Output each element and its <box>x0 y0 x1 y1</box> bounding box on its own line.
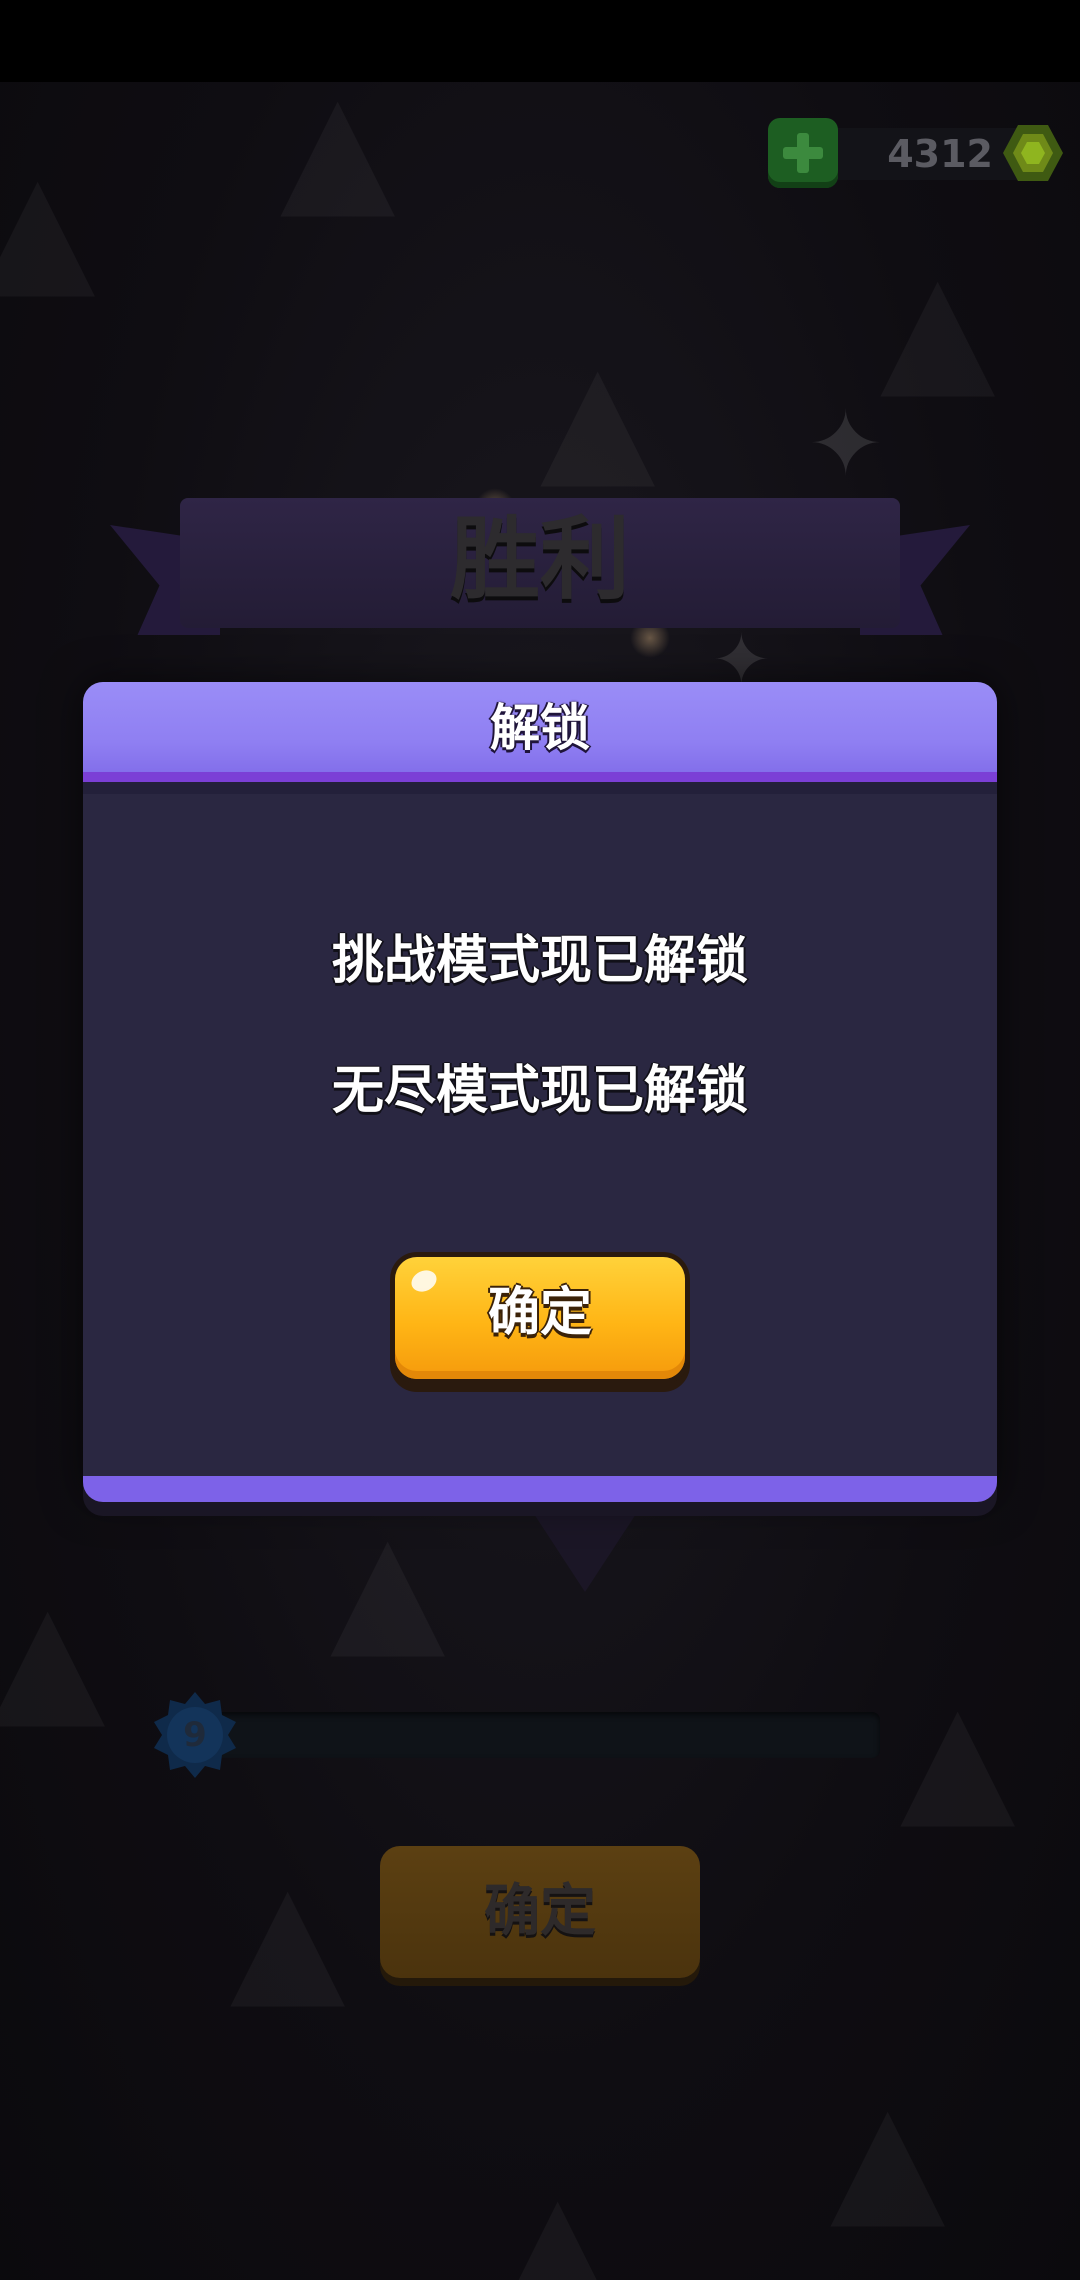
hat-icon: ▲ <box>830 2082 945 2232</box>
progress-track <box>190 1712 880 1758</box>
hat-icon: ▲ <box>330 1512 445 1662</box>
dialog-frame: 解锁 挑战模式现已解锁 无尽模式现已解锁 确定 <box>83 682 997 1502</box>
hat-icon: ▲ <box>880 252 995 402</box>
dialog-title: 解锁 <box>490 699 590 757</box>
confirm-button-label: 确定 <box>487 1283 592 1343</box>
sparkle-icon: ✦ <box>808 392 884 497</box>
confirm-button[interactable]: 确定 <box>395 1257 685 1379</box>
currency-amount: 4312 <box>887 132 993 176</box>
background-confirm-label: 确定 <box>484 1879 596 1944</box>
status-bar <box>0 0 1080 82</box>
background-confirm-button: 确定 <box>380 1846 700 1978</box>
hat-icon: ▲ <box>230 1862 345 2012</box>
hat-icon: ▲ <box>0 1582 105 1732</box>
hat-icon: ▲ <box>540 342 655 492</box>
hat-icon: ▲ <box>0 152 95 302</box>
hat-icon: ▲ <box>280 82 395 222</box>
unlock-message: 挑战模式现已解锁 <box>331 931 748 991</box>
level-progress: 9 <box>150 1690 890 1780</box>
hat-icon: ▲ <box>900 1682 1015 1832</box>
result-title: 胜利 <box>450 507 630 612</box>
result-banner: 胜利 <box>110 480 970 660</box>
dialog-footer <box>83 1476 997 1502</box>
plus-icon[interactable] <box>768 118 838 188</box>
level-number: 9 <box>183 1715 207 1755</box>
hat-icon: ▲ <box>500 2172 615 2280</box>
currency-counter: 4312 <box>768 118 1068 188</box>
unlock-dialog: 解锁 挑战模式现已解锁 无尽模式现已解锁 确定 <box>83 682 997 1592</box>
gem-icon <box>1003 125 1063 181</box>
unlock-message: 无尽模式现已解锁 <box>331 1061 748 1121</box>
dialog-header-shadow <box>83 782 997 794</box>
